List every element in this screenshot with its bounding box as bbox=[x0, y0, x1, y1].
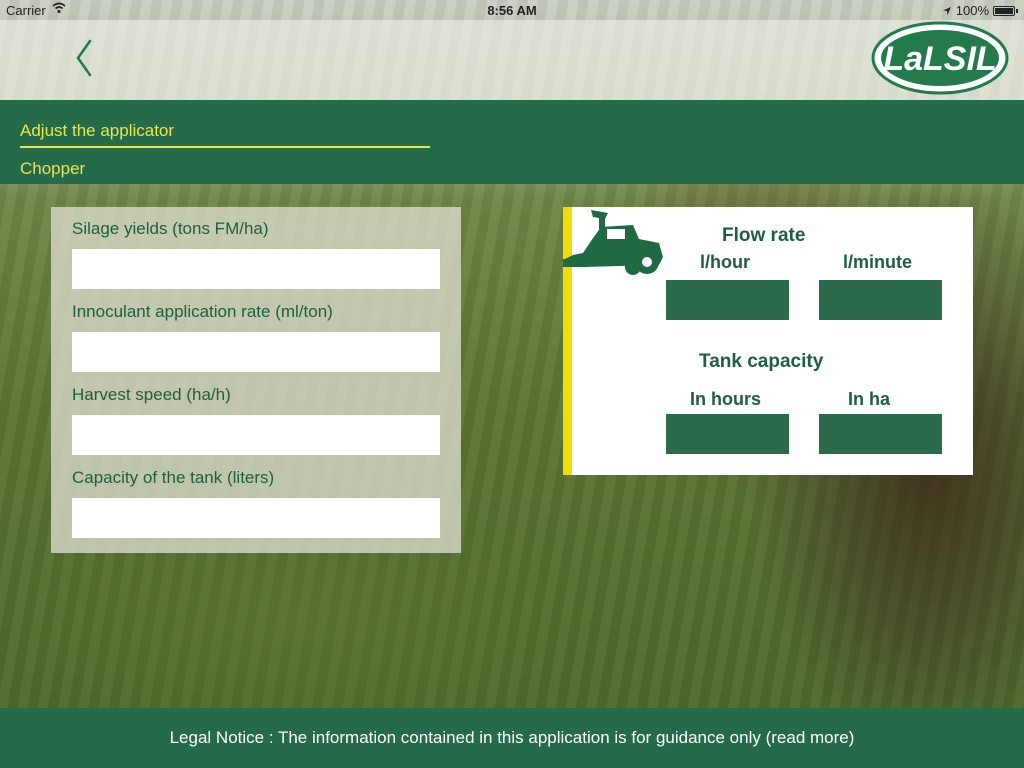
application-rate-input[interactable] bbox=[72, 332, 440, 372]
harvest-speed-label: Harvest speed (ha/h) bbox=[72, 385, 231, 404]
flow-rate-heading: Flow rate bbox=[722, 225, 806, 246]
l-per-minute-value bbox=[819, 280, 942, 320]
header-band bbox=[0, 100, 1024, 184]
in-hours-value bbox=[666, 414, 789, 454]
harvest-speed-input[interactable] bbox=[72, 415, 440, 455]
silage-yields-label: Silage yields (tons FM/ha) bbox=[72, 219, 269, 238]
page-subtitle: Chopper bbox=[20, 159, 86, 178]
silage-yields-input[interactable] bbox=[72, 249, 440, 289]
clock: 8:56 AM bbox=[487, 3, 537, 18]
in-ha-label: In ha bbox=[848, 389, 891, 409]
tank-capacity-heading: Tank capacity bbox=[699, 351, 824, 372]
page-title: Adjust the applicator bbox=[20, 121, 175, 140]
title-underline bbox=[20, 146, 430, 148]
status-right: 100% bbox=[942, 3, 1018, 18]
l-per-minute-label: l/minute bbox=[843, 252, 913, 272]
in-ha-value bbox=[819, 414, 942, 454]
battery-tip bbox=[1016, 8, 1018, 13]
status-bar: Carrier 8:56 AM 100% bbox=[0, 0, 1024, 20]
forage-harvester-icon bbox=[563, 210, 663, 275]
application-rate-label: Innoculant application rate (ml/ton) bbox=[72, 302, 333, 321]
in-hours-label: In hours bbox=[690, 389, 761, 409]
svg-text:LaLSIL: LaLSIL bbox=[883, 40, 996, 78]
l-per-hour-label: l/hour bbox=[700, 252, 750, 272]
l-per-hour-value bbox=[666, 280, 789, 320]
tank-capacity-label: Capacity of the tank (liters) bbox=[72, 468, 275, 487]
tank-capacity-input[interactable] bbox=[72, 498, 440, 538]
chevron-left-icon[interactable] bbox=[70, 38, 98, 78]
location-arrow-icon bbox=[942, 6, 951, 15]
battery-percent: 100% bbox=[955, 3, 989, 18]
legal-notice-link[interactable]: Legal Notice : The information contained… bbox=[0, 708, 1024, 768]
lalsil-logo: LaLSIL bbox=[871, 21, 1009, 95]
battery-icon bbox=[993, 5, 1015, 16]
